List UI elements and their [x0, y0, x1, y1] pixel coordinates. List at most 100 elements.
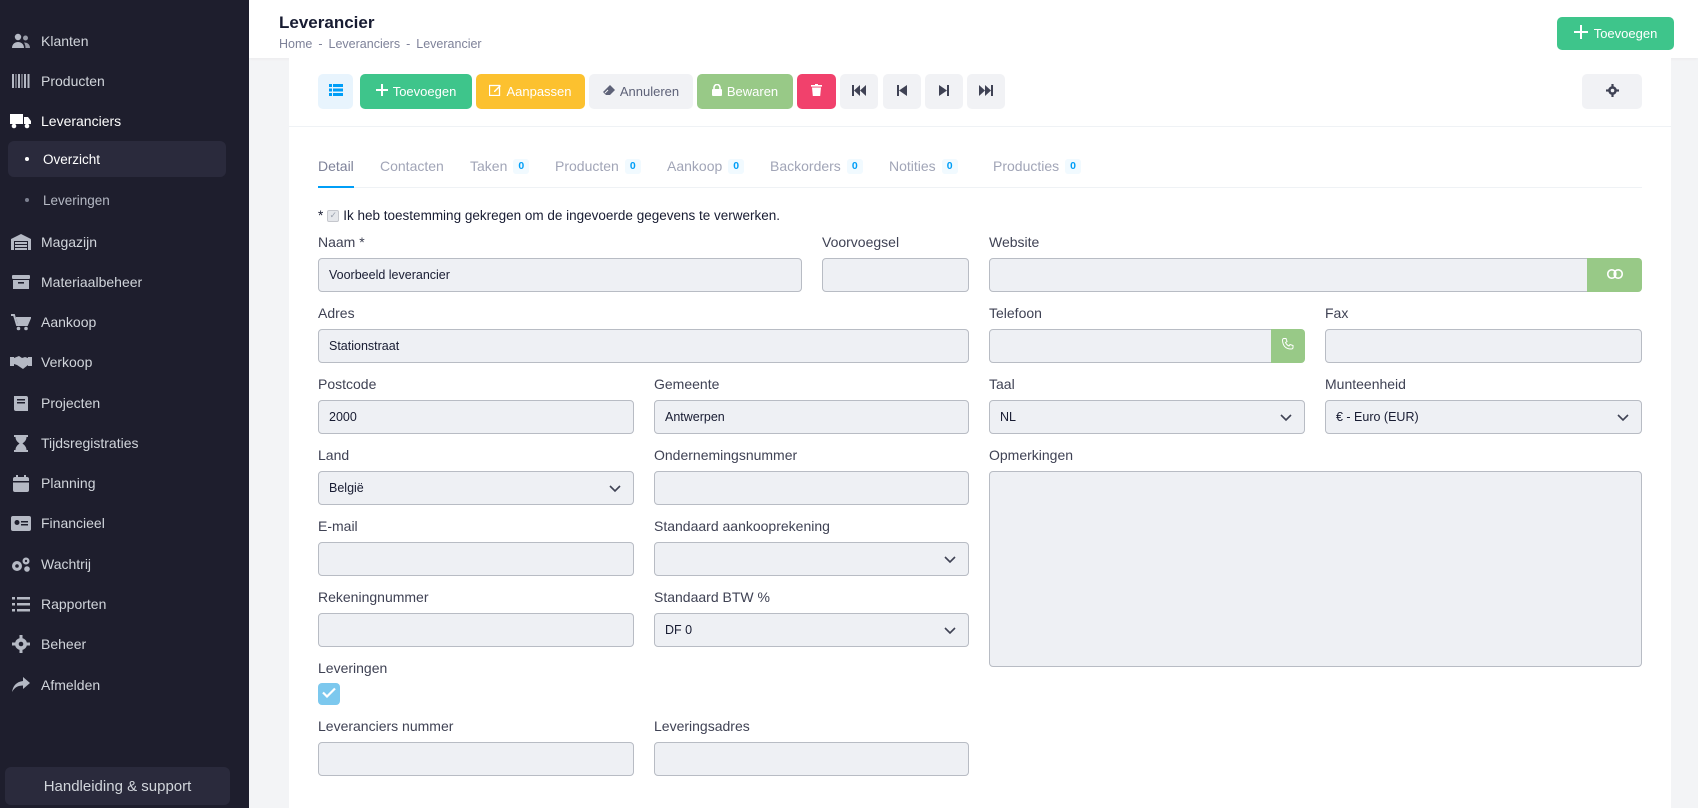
list-view-button[interactable] [318, 74, 353, 109]
money-card-icon [10, 512, 32, 534]
ondernemingsnummer-field[interactable] [654, 471, 969, 505]
edit-icon [489, 84, 502, 99]
chevron-down-icon [944, 624, 956, 638]
cogs-icon [10, 553, 32, 575]
tab-label: Backorders [770, 158, 841, 174]
sidebar-item-rapporten[interactable]: Rapporten [0, 584, 249, 624]
tab-aankoop[interactable]: Aankoop 0 [667, 152, 745, 188]
sidebar-item-materiaalbeheer[interactable]: Materiaalbeheer [0, 262, 249, 302]
tab-label: Aankoop [667, 158, 723, 174]
first-record-button[interactable] [840, 74, 878, 109]
sidebar-subitem-leveringen[interactable]: Leveringen [8, 182, 226, 218]
fax-label: Fax [1325, 305, 1349, 321]
sidebar-subitem-label: Leveringen [43, 192, 110, 208]
sidebar-subitem-overzicht[interactable]: Overzicht [8, 141, 226, 177]
website-field[interactable] [989, 258, 1588, 292]
tab-producties[interactable]: Producties 0 [993, 152, 1081, 188]
previous-icon [897, 84, 907, 99]
telefoon-field[interactable] [989, 329, 1272, 363]
sidebar-item-projecten[interactable]: Projecten [0, 383, 249, 423]
sidebar-item-planning[interactable]: Planning [0, 463, 249, 503]
breadcrumb-separator: - [406, 37, 411, 51]
consent-row: * ✓ Ik heb toestemming gekregen om de in… [318, 208, 780, 223]
tab-label: Detail [318, 158, 354, 174]
last-icon [979, 84, 993, 99]
btw-select[interactable]: DF 0 [654, 613, 969, 647]
sidebar-item-label: Financieel [41, 515, 105, 531]
toolbar-edit-button[interactable]: Aanpassen [476, 74, 585, 109]
sidebar-item-klanten[interactable]: Klanten [0, 21, 249, 61]
consent-checkbox[interactable]: ✓ [327, 209, 340, 222]
toolbar-add-button[interactable]: Toevoegen [360, 74, 472, 109]
naam-field[interactable]: Voorbeeld leverancier [318, 258, 802, 292]
gear-icon [10, 633, 32, 655]
gear-icon [1605, 83, 1619, 100]
sidebar-item-label: Wachtrij [41, 556, 92, 572]
fax-field[interactable] [1325, 329, 1642, 363]
header-add-button[interactable]: Toevoegen [1557, 17, 1674, 50]
link-icon [1606, 266, 1623, 284]
breadcrumb-home[interactable]: Home [279, 37, 312, 51]
toolbar-divider [289, 126, 1671, 127]
sidebar-item-wachtrij[interactable]: Wachtrij [0, 544, 249, 584]
tab-detail[interactable]: Detail [318, 152, 354, 188]
sidebar-item-beheer[interactable]: Beheer [0, 624, 249, 664]
previous-record-button[interactable] [883, 74, 921, 109]
munteenheid-select[interactable]: € - Euro (EUR) [1325, 400, 1642, 434]
support-button[interactable]: Handleiding & support [5, 767, 230, 805]
tab-taken[interactable]: Taken 0 [470, 152, 530, 188]
email-field[interactable] [318, 542, 634, 576]
tab-backorders[interactable]: Backorders 0 [770, 152, 863, 188]
breadcrumb-current: Leverancier [416, 37, 482, 51]
bullet-icon [25, 198, 29, 202]
breadcrumb-leveranciers[interactable]: Leveranciers [329, 37, 401, 51]
leveringsadres-field[interactable] [654, 742, 969, 776]
postcode-field[interactable]: 2000 [318, 400, 634, 434]
sidebar-item-label: Planning [41, 475, 96, 491]
settings-button[interactable] [1582, 74, 1642, 109]
toolbar-save-button[interactable]: Bewaren [697, 74, 793, 109]
toolbar-cancel-label: Annuleren [619, 84, 680, 99]
bullet-icon [25, 157, 29, 161]
eraser-icon [602, 84, 615, 99]
tab-contacten[interactable]: Contacten [380, 152, 444, 188]
book-icon [10, 392, 32, 414]
leveranciers-nummer-field[interactable] [318, 742, 634, 776]
chevron-down-icon [609, 482, 621, 496]
cart-icon [10, 311, 32, 333]
call-button[interactable] [1271, 329, 1305, 363]
adres-field[interactable]: Stationstraat [318, 329, 969, 363]
leveringen-checkbox[interactable] [318, 683, 340, 705]
toolbar-cancel-button[interactable]: Annuleren [589, 74, 693, 109]
leveringen-label: Leveringen [318, 660, 388, 676]
next-record-button[interactable] [925, 74, 963, 109]
chevron-down-icon [1617, 411, 1629, 425]
sidebar-item-aankoop[interactable]: Aankoop [0, 302, 249, 342]
voorvoegsel-field[interactable] [822, 258, 969, 292]
toolbar-delete-button[interactable] [797, 74, 836, 109]
opmerkingen-textarea[interactable] [989, 471, 1642, 667]
sidebar-item-verkoop[interactable]: Verkoop [0, 342, 249, 382]
tab-producten[interactable]: Producten 0 [555, 152, 641, 188]
rekeningnummer-label: Rekeningnummer [318, 589, 429, 605]
required-marker: * [318, 208, 324, 223]
rekeningnummer-field[interactable] [318, 613, 634, 647]
taal-select[interactable]: NL [989, 400, 1305, 434]
tab-count-badge: 0 [846, 159, 863, 174]
sidebar-item-producten[interactable]: Producten [0, 61, 249, 101]
chevron-down-icon [1280, 411, 1292, 425]
aankooprekening-select[interactable] [654, 542, 969, 576]
open-website-button[interactable] [1587, 258, 1642, 292]
sidebar-item-afmelden[interactable]: Afmelden [0, 665, 249, 705]
sidebar-item-magazijn[interactable]: Magazijn [0, 222, 249, 262]
land-select[interactable]: België [318, 471, 634, 505]
handshake-icon [10, 351, 32, 373]
sidebar-item-leveranciers[interactable]: Leveranciers [0, 101, 249, 141]
ondernemingsnummer-label: Ondernemingsnummer [654, 447, 798, 463]
btw-label: Standaard BTW % [654, 589, 770, 605]
sidebar-item-tijdsregistraties[interactable]: Tijdsregistraties [0, 423, 249, 463]
last-record-button[interactable] [967, 74, 1005, 109]
gemeente-field[interactable]: Antwerpen [654, 400, 969, 434]
sidebar-item-financieel[interactable]: Financieel [0, 503, 249, 543]
tab-notities[interactable]: Notities 0 [889, 152, 958, 188]
